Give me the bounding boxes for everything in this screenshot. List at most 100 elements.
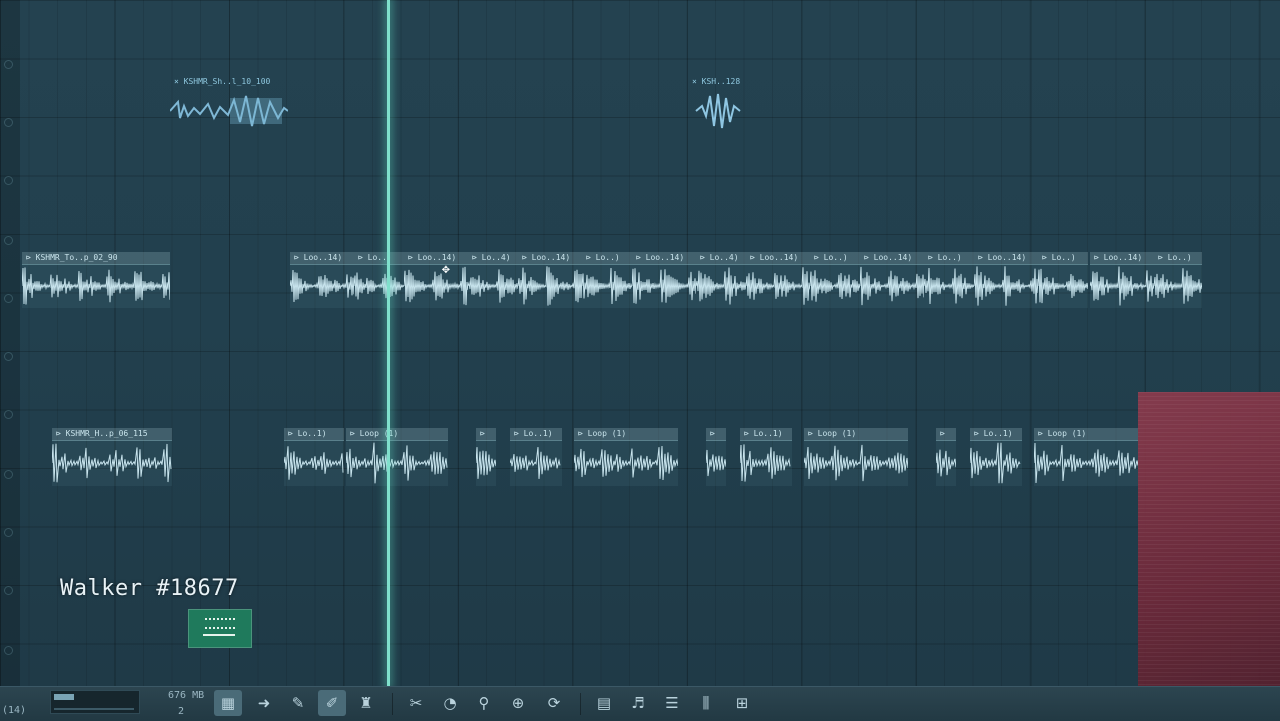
- slice-icon: ✂: [409, 694, 423, 712]
- audio-clip[interactable]: ⊳ Loo..14): [404, 252, 468, 308]
- audio-clip[interactable]: × KSHMR_Sh..l_10_100: [170, 76, 288, 134]
- waveform: [290, 270, 354, 302]
- audio-clip[interactable]: × KSH..128: [688, 76, 746, 134]
- waveform: [518, 266, 582, 306]
- audio-clip[interactable]: ⊳ Lo..): [354, 252, 404, 308]
- audio-clip[interactable]: ⊳ Loo..14): [290, 252, 354, 308]
- clip-waveform: [52, 440, 172, 486]
- waveform: [970, 442, 1021, 484]
- corner-label: (14): [2, 705, 27, 716]
- mixer-icon: ⫼: [702, 694, 710, 712]
- audio-clip[interactable]: ⊳ Loo..14): [632, 252, 696, 308]
- clip-title: ⊳ Lo..4): [472, 253, 511, 262]
- track-marker: [4, 528, 13, 537]
- browser-button[interactable]: ⊞: [728, 690, 756, 716]
- flag-script: [205, 618, 235, 629]
- audio-clip[interactable]: ⊳ Loo..14): [1090, 252, 1154, 308]
- zoom-button[interactable]: ⊕: [504, 690, 532, 716]
- browser-icon: ⊞: [735, 694, 749, 712]
- clip-waveform: [970, 440, 1022, 486]
- stamp-button[interactable]: ♜: [352, 690, 380, 716]
- audio-clip[interactable]: ⊳ KSHMR_H..p_06_115: [52, 428, 172, 486]
- piano-roll-button[interactable]: ♬: [624, 690, 652, 716]
- waveform: [582, 268, 632, 304]
- clip-title: ⊳ Lo..1): [288, 429, 327, 438]
- pencil-button[interactable]: ✎: [284, 690, 312, 716]
- arrow-button[interactable]: ➜: [250, 690, 278, 716]
- track-header-strip: [0, 0, 20, 686]
- audio-clip[interactable]: ⊳ Loo..14): [746, 252, 810, 308]
- cpu-meter: [50, 690, 140, 714]
- playlist-button[interactable]: ▤: [590, 690, 618, 716]
- mixer-button[interactable]: ⫼: [692, 690, 720, 716]
- audio-clip[interactable]: ⊳ Loo..14): [860, 252, 924, 308]
- clip-title: ⊳ Loop (1): [1038, 429, 1087, 438]
- audio-clip[interactable]: ⊳ Lo..): [924, 252, 974, 308]
- waveform: [860, 266, 924, 306]
- snap-button[interactable]: ⚲: [470, 690, 498, 716]
- track-marker: [4, 118, 13, 127]
- clip-title: ⊳ Lo..1): [514, 429, 553, 438]
- brush-button[interactable]: ✐: [318, 690, 346, 716]
- piano-roll-icon: ♬: [631, 694, 645, 712]
- cpu-meter-fill: [54, 694, 74, 700]
- bottom-toolbar: (14) 23 676 MB 2 ▦➜✎✐♜✂◔⚲⊕⟳▤♬☰⫼⊞: [0, 686, 1280, 721]
- waveform: [974, 266, 1038, 306]
- audio-clip[interactable]: ⊳ Lo..): [1038, 252, 1088, 308]
- audio-clip[interactable]: ⊳ KSHMR_To..p_02_90: [22, 252, 170, 308]
- track-marker: [4, 470, 13, 479]
- waveform: [1154, 268, 1202, 304]
- audio-clip[interactable]: ⊳ Lo..): [582, 252, 632, 308]
- clip-title: × KSH..128: [692, 77, 741, 86]
- waveform: [1090, 266, 1154, 306]
- audio-clip[interactable]: ⊳ Loop (1): [804, 428, 908, 486]
- audio-clip[interactable]: ⊳ Lo..1): [740, 428, 792, 486]
- playhead[interactable]: [387, 0, 390, 686]
- audio-clip[interactable]: ⊳ Loo..14): [518, 252, 582, 308]
- audio-clip[interactable]: ⊳ Lo..1): [284, 428, 344, 486]
- track-marker: [4, 294, 13, 303]
- clip-title: ⊳ Loop (1): [350, 429, 399, 438]
- loop-button[interactable]: ⟳: [540, 690, 568, 716]
- audio-clip[interactable]: ⊳ Loop (1): [346, 428, 448, 486]
- clip-title: ⊳ Lo..4): [700, 253, 739, 262]
- watermark-text: Walker #18677: [60, 576, 239, 601]
- clip-waveform: [354, 264, 404, 308]
- audio-clip[interactable]: ⊳ Lo..4): [696, 252, 746, 308]
- clip-waveform: [632, 264, 696, 308]
- waveform: [170, 95, 288, 127]
- waveform: [404, 266, 468, 306]
- waveform: [354, 272, 404, 300]
- track-marker: [4, 586, 13, 595]
- audio-clip[interactable]: ⊳: [706, 428, 726, 486]
- audio-clip[interactable]: ⊳ Loop (1): [1034, 428, 1138, 486]
- clip-waveform: [510, 440, 562, 486]
- track-marker: [4, 352, 13, 361]
- clip-title: ⊳ Lo..): [1042, 253, 1076, 262]
- clip-title: ⊳ Loo..14): [522, 253, 571, 262]
- waveform: [804, 444, 908, 482]
- move-cursor-icon: ✥: [442, 262, 450, 277]
- audio-clip[interactable]: ⊳ Lo..): [1154, 252, 1202, 308]
- clip-waveform: [688, 88, 746, 134]
- audio-clip[interactable]: ⊳: [476, 428, 496, 486]
- audio-clip[interactable]: ⊳: [936, 428, 956, 486]
- clip-waveform: [346, 440, 448, 486]
- clip-waveform: [468, 264, 518, 308]
- audio-clip[interactable]: ⊳ Loop (1): [574, 428, 678, 486]
- audio-clip[interactable]: ⊳ Lo..): [810, 252, 860, 308]
- waveform: [936, 449, 956, 477]
- clip-title: ⊳ Lo..1): [974, 429, 1013, 438]
- saudi-flag-icon: [188, 609, 252, 648]
- audio-clip[interactable]: ⊳ Lo..1): [510, 428, 562, 486]
- clip-title: ⊳ Lo..): [814, 253, 848, 262]
- clip-waveform: [1034, 440, 1138, 486]
- playback-button[interactable]: ◔: [436, 690, 464, 716]
- pattern-icon: ▦: [220, 694, 236, 712]
- channel-rack-button[interactable]: ☰: [658, 690, 686, 716]
- audio-clip[interactable]: ⊳ Loo..14): [974, 252, 1038, 308]
- slice-button[interactable]: ✂: [402, 690, 430, 716]
- audio-clip[interactable]: ⊳ Lo..1): [970, 428, 1022, 486]
- pattern-mode-button[interactable]: ▦: [214, 690, 242, 716]
- audio-clip[interactable]: ⊳ Lo..4): [468, 252, 518, 308]
